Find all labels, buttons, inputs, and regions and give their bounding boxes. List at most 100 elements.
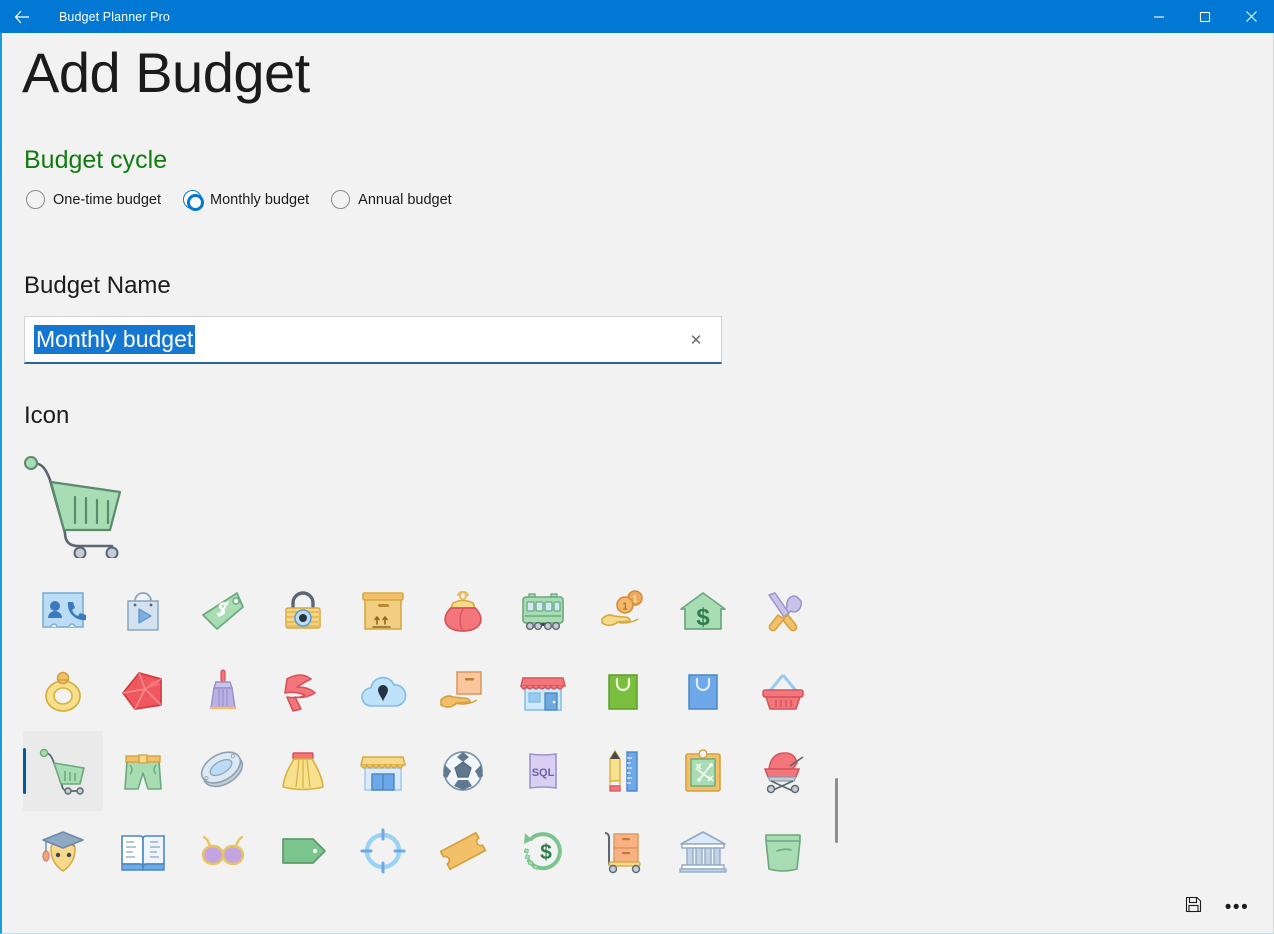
icon-label: Icon: [24, 402, 70, 429]
minimize-button[interactable]: [1136, 0, 1182, 33]
svg-text:$: $: [696, 604, 710, 631]
icon-cell-shopping-cart[interactable]: [23, 731, 103, 811]
lock-eye-icon: [277, 587, 329, 635]
icon-cell-shorts[interactable]: [103, 731, 183, 811]
window-controls: [1136, 0, 1274, 33]
icon-cell-hand-truck[interactable]: [583, 811, 663, 891]
shorts-icon: [117, 747, 169, 795]
icon-cell-hand-parcel[interactable]: [423, 651, 503, 731]
budget-name-field[interactable]: Monthly budget ✕: [24, 316, 722, 364]
icon-cell-ring[interactable]: [23, 651, 103, 731]
budget-name-input[interactable]: Monthly budget: [34, 324, 196, 355]
paper-bag-icon: [757, 827, 809, 875]
icon-cell-blue-bag[interactable]: [663, 651, 743, 731]
close-button[interactable]: [1228, 0, 1274, 33]
hand-parcel-icon: [437, 667, 489, 715]
clear-button[interactable]: ✕: [681, 317, 711, 362]
icon-cell-bank[interactable]: [663, 811, 743, 891]
icon-cell-gem[interactable]: [103, 651, 183, 731]
icon-cell-stroller[interactable]: [743, 731, 823, 811]
icon-cell-coin-purse[interactable]: [423, 571, 503, 651]
icon-cell-cutlery[interactable]: [743, 571, 823, 651]
icon-cell-shopping-basket[interactable]: [743, 651, 823, 731]
ring-icon: [37, 667, 89, 715]
app-window: Budget Planner Pro Add Budget Budget cyc…: [0, 0, 1274, 934]
back-arrow-icon: [14, 10, 30, 24]
radio-one-time-budget[interactable]: One-time budget: [26, 190, 161, 209]
open-book-icon: [117, 827, 169, 875]
icon-cell-bracelet[interactable]: [183, 731, 263, 811]
skirt-icon: [277, 747, 329, 795]
icon-cell-cashback[interactable]: $: [503, 811, 583, 891]
house-dollar-icon: $: [677, 587, 729, 635]
selected-icon-preview: [20, 453, 132, 560]
budget-cycle-label: Budget cycle: [24, 146, 168, 174]
icon-cell-ticket[interactable]: [423, 811, 503, 891]
mop-icon: [197, 667, 249, 715]
icon-cell-green-bag[interactable]: [583, 651, 663, 731]
cashback-icon: $: [517, 827, 569, 875]
window-title: Budget Planner Pro: [59, 9, 170, 24]
pencil-ruler-icon: [597, 747, 649, 795]
cloud-lock-icon: [357, 667, 409, 715]
icon-cell-green-tag[interactable]: [263, 811, 343, 891]
green-bag-icon: [597, 667, 649, 715]
icon-cell-storefront-yellow[interactable]: [343, 731, 423, 811]
more-options-button[interactable]: •••: [1215, 887, 1259, 927]
page-content: Add Budget Budget cycle One-time budget …: [2, 33, 1273, 933]
icon-cell-sunglasses[interactable]: [183, 811, 263, 891]
budget-name-label: Budget Name: [24, 272, 171, 299]
bank-icon: [677, 827, 729, 875]
icon-cell-cloud-lock[interactable]: [343, 651, 423, 731]
more-options-icon: •••: [1224, 896, 1250, 918]
icon-grid: 1 1 $ SQL $: [23, 571, 833, 891]
close-icon: ✕: [689, 331, 703, 349]
icon-cell-sql-book[interactable]: SQL: [503, 731, 583, 811]
radio-label: Annual budget: [358, 191, 452, 208]
stroller-icon: [757, 747, 809, 795]
icon-cell-clipboard-strategy[interactable]: [663, 731, 743, 811]
icon-cell-target[interactable]: [343, 811, 423, 891]
graduate-icon: [37, 827, 89, 875]
page-title: Add Budget: [22, 41, 310, 104]
icon-cell-storage-box[interactable]: [343, 571, 423, 651]
scarf-icon: [277, 667, 329, 715]
icon-cell-tram[interactable]: [503, 571, 583, 651]
icon-cell-lock-eye[interactable]: [263, 571, 343, 651]
save-button[interactable]: [1171, 887, 1215, 927]
icon-cell-graduate[interactable]: [23, 811, 103, 891]
svg-text:SQL: SQL: [532, 767, 555, 779]
shopping-bag-play-icon: [117, 587, 169, 635]
radio-annual-budget[interactable]: Annual budget: [331, 190, 452, 209]
radio-circle-icon: [183, 190, 205, 211]
icon-cell-skirt[interactable]: [263, 731, 343, 811]
icon-cell-house-dollar[interactable]: $: [663, 571, 743, 651]
radio-monthly-budget[interactable]: Monthly budget: [183, 190, 309, 211]
icon-cell-open-book[interactable]: [103, 811, 183, 891]
icon-cell-price-tag-dollar[interactable]: [183, 571, 263, 651]
icon-cell-hand-coins[interactable]: 1 1: [583, 571, 663, 651]
soccer-ball-icon: [437, 747, 489, 795]
icon-cell-mop[interactable]: [183, 651, 263, 731]
blue-bag-icon: [677, 667, 729, 715]
sql-book-icon: SQL: [517, 747, 569, 795]
hand-truck-icon: [597, 827, 649, 875]
maximize-button[interactable]: [1182, 0, 1228, 33]
icon-cell-storefront-red[interactable]: [503, 651, 583, 731]
icon-cell-pencil-ruler[interactable]: [583, 731, 663, 811]
back-button[interactable]: [0, 0, 44, 33]
shopping-cart-icon: [37, 747, 89, 795]
icon-cell-contact-card[interactable]: [23, 571, 103, 651]
icon-cell-soccer-ball[interactable]: [423, 731, 503, 811]
green-tag-icon: [277, 827, 329, 875]
icon-cell-paper-bag[interactable]: [743, 811, 823, 891]
clipboard-strategy-icon: [677, 747, 729, 795]
minimize-icon: [1153, 11, 1165, 23]
budget-cycle-radio-group: One-time budget Monthly budget Annual bu…: [26, 190, 474, 211]
icon-cell-scarf[interactable]: [263, 651, 343, 731]
icon-grid-scrollbar-thumb[interactable]: [835, 778, 838, 843]
sunglasses-icon: [197, 827, 249, 875]
save-icon: [1185, 896, 1202, 918]
icon-cell-shopping-bag-play[interactable]: [103, 571, 183, 651]
maximize-icon: [1199, 11, 1211, 23]
